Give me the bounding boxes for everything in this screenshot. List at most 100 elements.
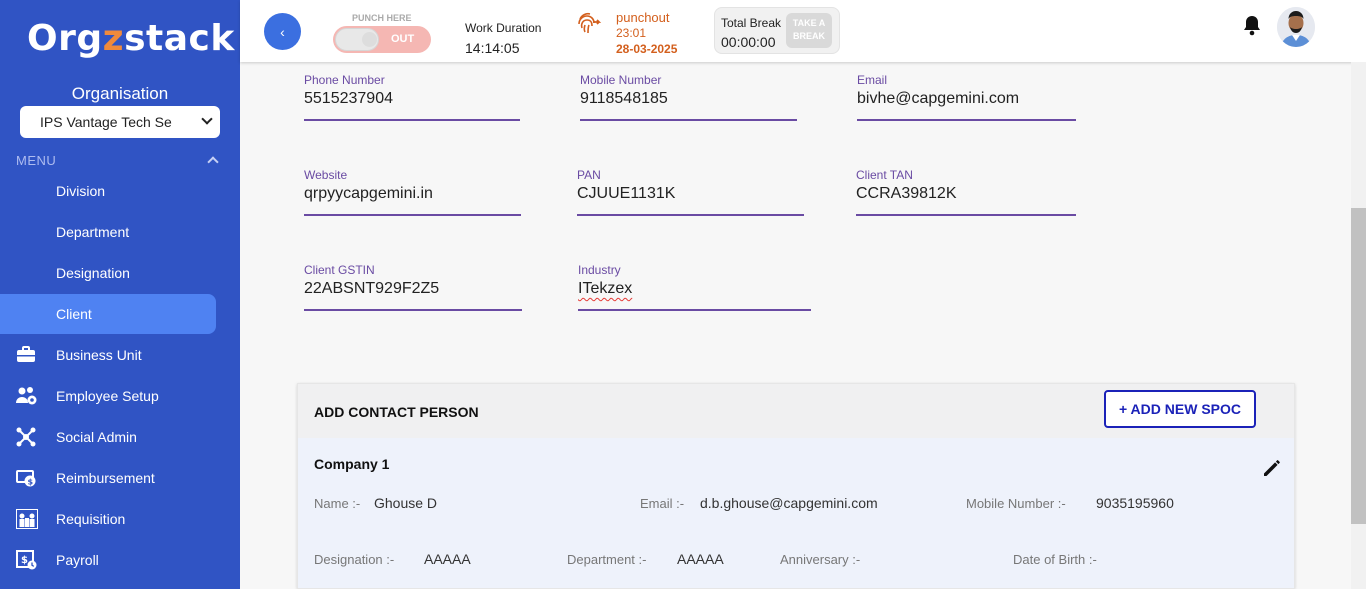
chevron-up-icon[interactable] bbox=[207, 156, 219, 168]
sidebar-item-business-unit[interactable]: Business Unit bbox=[0, 335, 216, 375]
website-field[interactable]: Website qrpyycapgemini.in bbox=[304, 168, 521, 216]
phone-number-field[interactable]: Phone Number 5515237904 bbox=[304, 73, 520, 121]
client-gstin-value: 22ABSNT929F2Z5 bbox=[304, 280, 440, 297]
phone-number-value: 5515237904 bbox=[304, 90, 393, 107]
total-break-value: 00:00:00 bbox=[721, 34, 776, 50]
pan-field[interactable]: PAN CJUUE1131K bbox=[577, 168, 804, 216]
sidebar: Orgzstack Organisation IPS Vantage Tech … bbox=[0, 0, 240, 589]
sidebar-item-label: Business Unit bbox=[56, 347, 142, 363]
sidebar-item-requisition[interactable]: Requisition bbox=[0, 499, 216, 539]
sidebar-item-employee-setup[interactable]: Employee Setup bbox=[0, 376, 216, 416]
punchout-time: 23:01 bbox=[616, 26, 647, 40]
contact-department-label: Department :- bbox=[567, 552, 647, 567]
contact-person-title: ADD CONTACT PERSON bbox=[314, 404, 479, 420]
people-group-icon bbox=[15, 508, 39, 530]
total-break-panel: Total Break 00:00:00 TAKE A BREAK bbox=[714, 7, 840, 54]
sidebar-item-label: Requisition bbox=[56, 511, 126, 527]
fingerprint-icon bbox=[576, 11, 602, 37]
logo-text-accent: z bbox=[102, 18, 125, 59]
sidebar-item-label: Designation bbox=[56, 265, 130, 281]
sidebar-item-label: Social Admin bbox=[56, 429, 137, 445]
mobile-number-field[interactable]: Mobile Number 9118548185 bbox=[580, 73, 797, 121]
contact-mobile-label: Mobile Number :- bbox=[966, 496, 1066, 511]
organisation-select-value: IPS Vantage Tech Se bbox=[40, 114, 172, 130]
sidebar-item-label: Employee Setup bbox=[56, 388, 159, 404]
contact-dob-label: Date of Birth :- bbox=[1013, 552, 1097, 567]
client-gstin-field[interactable]: Client GSTIN 22ABSNT929F2Z5 bbox=[304, 263, 522, 311]
industry-field[interactable]: Industry ITekzex bbox=[578, 263, 811, 311]
payroll-icon: $ bbox=[16, 550, 37, 570]
pan-label: PAN bbox=[577, 168, 601, 182]
punch-here-label: PUNCH HERE bbox=[352, 13, 412, 23]
sidebar-item-label: Division bbox=[56, 183, 106, 199]
add-new-spoc-button[interactable]: + ADD NEW SPOC bbox=[1104, 390, 1256, 428]
client-tan-label: Client TAN bbox=[856, 168, 913, 182]
client-tan-field[interactable]: Client TAN CCRA39812K bbox=[856, 168, 1076, 216]
work-duration-value: 14:14:05 bbox=[465, 40, 520, 56]
app-logo[interactable]: Orgzstack bbox=[27, 18, 235, 59]
punch-toggle-knob bbox=[335, 28, 379, 51]
network-icon bbox=[16, 427, 36, 447]
briefcase-icon bbox=[16, 345, 36, 365]
chevron-left-icon: ‹ bbox=[280, 23, 285, 40]
sidebar-item-client[interactable]: Client bbox=[0, 294, 216, 334]
contact-person-card: ADD CONTACT PERSON + ADD NEW SPOC Compan… bbox=[297, 383, 1295, 589]
chevron-down-icon bbox=[201, 113, 213, 125]
edit-icon[interactable] bbox=[1262, 458, 1282, 478]
sidebar-item-social-admin[interactable]: Social Admin bbox=[0, 417, 216, 457]
industry-label: Industry bbox=[578, 263, 621, 277]
logo-text-suffix: stack bbox=[124, 18, 235, 59]
contact-name-value: Ghouse D bbox=[374, 495, 438, 511]
client-tan-value: CCRA39812K bbox=[856, 185, 957, 202]
sidebar-item-payroll[interactable]: $ Payroll bbox=[0, 540, 216, 580]
top-bar: ‹ PUNCH HERE OUT Work Duration 14:14:05 … bbox=[240, 0, 1366, 62]
take-break-button[interactable]: TAKE A BREAK bbox=[786, 13, 832, 48]
website-value: qrpyycapgemini.in bbox=[304, 185, 433, 202]
svg-text:$: $ bbox=[28, 478, 34, 487]
sidebar-item-label: Department bbox=[56, 224, 130, 240]
contact-department-value: AAAAA bbox=[677, 551, 724, 567]
menu-section-label: MENU bbox=[16, 153, 57, 168]
punch-state-label: OUT bbox=[391, 33, 415, 45]
logo-text-prefix: Org bbox=[27, 18, 103, 59]
user-avatar[interactable] bbox=[1277, 7, 1315, 47]
email-field[interactable]: Email bivhe@capgemini.com bbox=[857, 73, 1076, 121]
sidebar-item-designation[interactable]: Designation bbox=[0, 253, 216, 293]
contact-anniversary-label: Anniversary :- bbox=[780, 552, 861, 567]
contact-mobile-value: 9035195960 bbox=[1096, 495, 1174, 511]
contact-name-label: Name :- bbox=[314, 496, 361, 511]
punchout-date: 28-03-2025 bbox=[616, 42, 678, 56]
contact-email-label: Email :- bbox=[640, 496, 685, 511]
scrollbar-thumb[interactable] bbox=[1351, 208, 1366, 524]
contact-designation-label: Designation :- bbox=[314, 552, 395, 567]
sidebar-item-department[interactable]: Department bbox=[0, 212, 216, 252]
sidebar-item-label: Payroll bbox=[56, 552, 99, 568]
client-gstin-label: Client GSTIN bbox=[304, 263, 375, 277]
contact-person-header: ADD CONTACT PERSON + ADD NEW SPOC bbox=[298, 384, 1294, 438]
contact-designation-value: AAAAA bbox=[424, 551, 471, 567]
sidebar-item-label: Reimbursement bbox=[56, 470, 155, 486]
mobile-number-value: 9118548185 bbox=[580, 90, 668, 107]
back-button[interactable]: ‹ bbox=[264, 13, 301, 50]
sidebar-item-reimbursement[interactable]: $ Reimbursement bbox=[0, 458, 216, 498]
svg-text:$: $ bbox=[21, 555, 28, 566]
mobile-number-label: Mobile Number bbox=[580, 73, 662, 87]
sidebar-item-division[interactable]: Division bbox=[0, 171, 216, 211]
users-gear-icon bbox=[16, 386, 37, 406]
company-contact-row: Company 1 Name :- Ghouse D Email :- d.b.… bbox=[298, 438, 1294, 588]
email-label: Email bbox=[857, 73, 888, 87]
punch-toggle[interactable]: OUT bbox=[333, 26, 431, 53]
organisation-title: Organisation bbox=[71, 84, 169, 103]
contact-email-value: d.b.ghouse@capgemini.com bbox=[700, 495, 878, 511]
punchout-label: punchout bbox=[616, 10, 670, 25]
work-duration-label: Work Duration bbox=[465, 21, 542, 35]
bell-icon[interactable] bbox=[1242, 14, 1262, 36]
company-name: Company 1 bbox=[314, 456, 390, 472]
pan-value: CJUUE1131K bbox=[577, 185, 676, 202]
take-break-label-line1: TAKE A bbox=[792, 18, 826, 28]
sidebar-item-label: Client bbox=[56, 306, 92, 322]
take-break-label-line2: BREAK bbox=[792, 31, 825, 41]
industry-value: ITekzex bbox=[578, 280, 633, 297]
email-value: bivhe@capgemini.com bbox=[857, 90, 1020, 107]
organisation-select[interactable]: IPS Vantage Tech Se bbox=[20, 106, 220, 138]
